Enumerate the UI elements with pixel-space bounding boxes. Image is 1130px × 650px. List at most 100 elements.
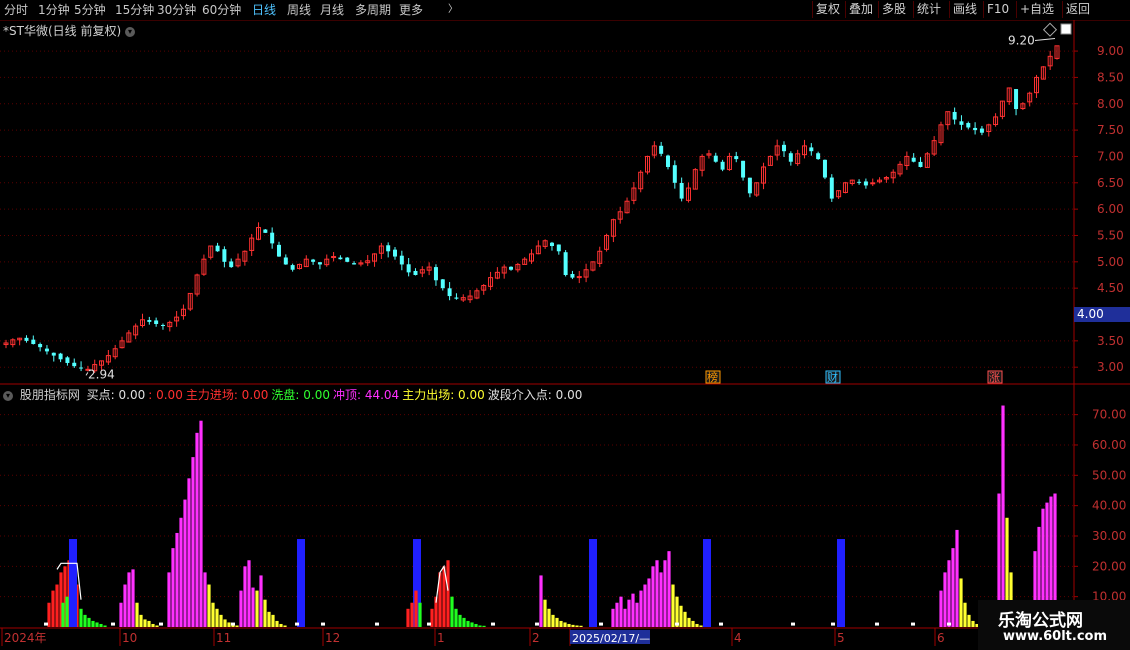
candle-body [822, 159, 827, 178]
indicator-tick-label: 30.00 [1092, 529, 1126, 543]
price-tick-label: 8.50 [1097, 70, 1124, 84]
candle-body [215, 245, 220, 252]
indicator-bar [679, 605, 683, 627]
indicator-value-5: 主力出场: 0.00 [402, 388, 485, 402]
candle-body [433, 267, 438, 281]
price-tick-label: 3.00 [1097, 360, 1124, 374]
indicator-bar [955, 529, 959, 627]
price-tick-label: 5.00 [1097, 255, 1124, 269]
zero-marker [159, 622, 163, 626]
indicator-bar [79, 608, 83, 627]
indicator-bar [575, 625, 579, 627]
candle-body [72, 362, 77, 367]
candle-body [979, 128, 984, 133]
candle-body [79, 367, 84, 369]
candle-body [386, 245, 391, 252]
indicator-bar [643, 584, 647, 627]
zero-marker [719, 622, 723, 626]
indicator-bar [655, 560, 659, 627]
indicator-bar [143, 619, 147, 627]
candle-body [563, 252, 568, 275]
chevron-down-icon[interactable]: ▾ [3, 390, 13, 401]
indicator-value-2: 主力进场: 0.00 [185, 388, 269, 402]
indicator-bar [651, 566, 655, 627]
current-price-marker: 4.00 [1074, 306, 1130, 322]
indicator-bar [223, 619, 227, 627]
indicator-bar [551, 614, 555, 627]
watermark-name: 乐淘公式网 [998, 611, 1083, 631]
candle-body [863, 181, 868, 186]
candle-body [665, 155, 670, 167]
indicator-bar [703, 539, 711, 627]
candle-body [406, 264, 411, 273]
candle-body [918, 161, 923, 167]
price-tick-label: 8.00 [1097, 97, 1124, 111]
indicator-bar [187, 478, 191, 627]
indicator-bar [943, 572, 947, 627]
indicator-bar [247, 560, 251, 627]
zero-marker [231, 622, 235, 626]
indicator-bar [482, 625, 486, 627]
indicator-bar [639, 590, 643, 627]
indicator-bar [939, 590, 943, 627]
indicator-bar [462, 617, 466, 627]
indicator-bar [659, 572, 663, 627]
indicator-bar [450, 596, 454, 627]
candle-body [966, 123, 971, 128]
indicator-bar [255, 590, 259, 627]
date-label-8: 5 [837, 631, 845, 645]
indicator-bar [478, 625, 482, 627]
candle-body [31, 339, 36, 345]
candle-body [556, 244, 561, 252]
indicator-bar [667, 551, 671, 627]
zero-marker [911, 622, 915, 626]
indicator-bar [543, 599, 547, 627]
indicator-bar [947, 560, 951, 627]
indicator-bar [175, 532, 179, 627]
candle-body [679, 183, 684, 199]
indicator-bar [589, 539, 597, 627]
indicator-bar [470, 622, 474, 627]
indicator-bar [83, 614, 87, 627]
price-tick-label: 9.00 [1097, 44, 1124, 58]
candle-body [317, 262, 322, 265]
indicator-bar [675, 596, 679, 627]
indicator-bar [406, 608, 410, 627]
zero-marker [831, 622, 835, 626]
candle-body [345, 257, 350, 262]
indicator-bar [243, 566, 247, 627]
candle-body [38, 344, 43, 348]
indicator-bar [207, 584, 211, 627]
indicator-bar [123, 584, 127, 627]
price-tick-label: 5.50 [1097, 228, 1124, 242]
indicator-bar [627, 599, 631, 627]
candle-body [51, 352, 56, 356]
candle-body [734, 156, 739, 160]
candle-body [576, 276, 582, 279]
event-marker-2: 涨 [989, 371, 1000, 384]
indicator-bar [410, 602, 414, 627]
indicator-bar [69, 539, 77, 627]
candle-body [570, 274, 575, 278]
indicator-bar [559, 620, 563, 627]
indicator-bar [446, 560, 450, 627]
zero-marker [295, 622, 299, 626]
indicator-bar [227, 622, 231, 627]
indicator-bar [683, 611, 687, 627]
indicator-bar [259, 575, 263, 627]
indicator-bar [239, 590, 243, 627]
candle-body [659, 145, 664, 154]
indicator-legend: ▾ 股朋指标网 买点: 0.00: 0.00 主力进场: 0.00 洗盘: 0.00… [3, 386, 585, 403]
indicator-bar [297, 539, 305, 627]
chart-canvas[interactable]: 9.00 8.50 8.00 7.50 7.00 6.50 6.00 5.50 5.00 4.50… [0, 0, 1130, 650]
indicator-bar [635, 602, 639, 627]
candle-body [741, 160, 746, 178]
indicator-bar [91, 620, 95, 627]
candle-body [276, 244, 281, 257]
candle-body [447, 288, 452, 297]
indicator-bar [55, 584, 59, 627]
indicator-bar [631, 593, 635, 627]
indicator-bar [219, 614, 223, 627]
indicator-bar [623, 608, 627, 627]
candle-body [782, 144, 787, 152]
